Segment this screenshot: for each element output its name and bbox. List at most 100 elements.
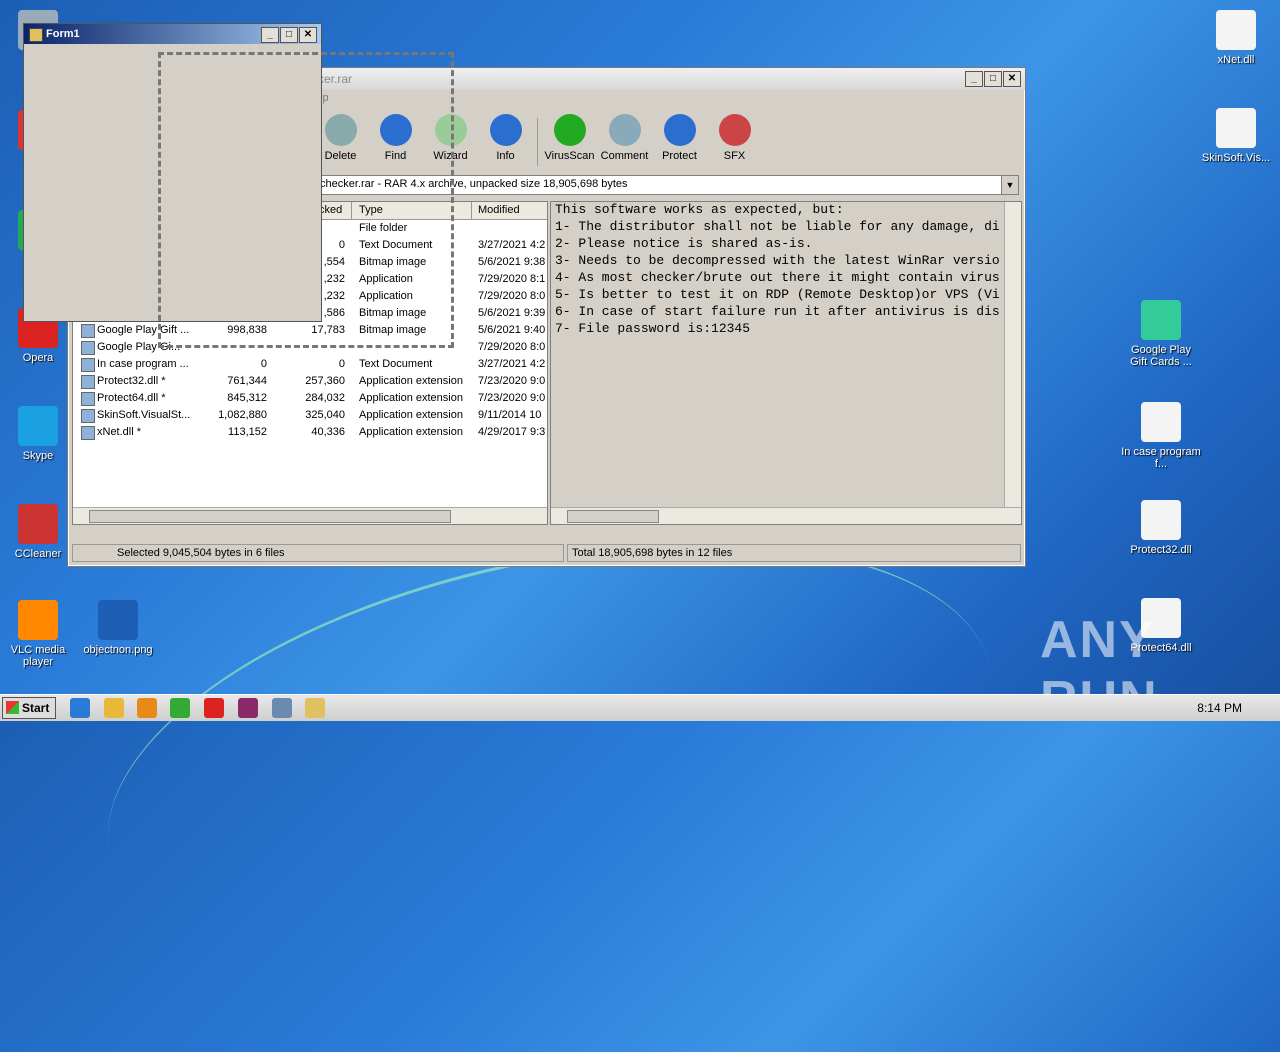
cell-size: 845,312 — [227, 392, 267, 404]
desktop-icon[interactable]: SkinSoft.Vis... — [1196, 108, 1276, 164]
comment-hscrollbar[interactable] — [551, 507, 1021, 524]
desktop-icon-label: objectnon.png — [83, 644, 153, 656]
virusscan-icon — [553, 114, 586, 146]
media-player-icon[interactable] — [137, 698, 157, 718]
explorer-icon[interactable] — [104, 698, 124, 718]
archive-comment-pane[interactable]: This software works as expected, but: 1- … — [550, 201, 1022, 525]
cell-name: xNet.dll * — [97, 426, 142, 438]
file-icon — [81, 392, 95, 406]
table-row[interactable]: In case program ... 0 0 Text Document 3/27/2… — [73, 356, 547, 373]
winrar-icon[interactable] — [238, 698, 258, 718]
table-row[interactable]: Protect32.dll * 761,344 257,360 Application… — [73, 373, 547, 390]
close-button[interactable]: ✕ — [1003, 71, 1021, 87]
cell-type: Application extension — [359, 409, 463, 421]
ie-icon[interactable] — [70, 698, 90, 718]
desktop-icon[interactable]: In case program f... — [1121, 402, 1201, 470]
form1-title: Form1 — [46, 28, 80, 40]
table-row[interactable]: Protect64.dll * 845,312 284,032 Application… — [73, 390, 547, 407]
file-icon — [81, 426, 95, 440]
file-icon — [1141, 402, 1181, 442]
cell-modified: 5/6/2021 9:40 — [478, 324, 546, 336]
desktop-icon[interactable]: CCleaner — [0, 504, 76, 560]
comment-line: 4- As most checker/brute out there it mi… — [555, 270, 1000, 285]
windows-logo-icon — [6, 701, 19, 714]
start-button[interactable]: Start — [2, 697, 56, 719]
desktop-icon[interactable]: Skype — [0, 406, 76, 462]
file-icon — [81, 375, 95, 389]
status-selected: Selected 9,045,504 bytes in 6 files — [117, 547, 285, 559]
statusbar: Selected 9,045,504 bytes in 6 files Tota… — [72, 544, 1021, 562]
chevron-down-icon[interactable]: ▼ — [1001, 176, 1018, 194]
taskbar: Start 8:14 PM — [0, 694, 1280, 721]
cell-packed: 40,336 — [311, 426, 345, 438]
desktop-icon[interactable]: xNet.dll — [1196, 10, 1276, 66]
cell-modified: 3/27/2021 4:2 — [478, 358, 546, 370]
desktop-icon[interactable]: objectnon.png — [80, 600, 156, 656]
cell-modified: 7/23/2020 9:0 — [478, 375, 546, 387]
form1-maximize-button[interactable]: □ — [280, 27, 298, 43]
comment-line: 5- Is better to test it on RDP (Remote D… — [555, 287, 1000, 302]
protect-icon — [663, 114, 696, 146]
file-icon — [81, 324, 95, 338]
toolbar-protect-button[interactable]: Protect — [652, 112, 707, 172]
form1-minimize-button[interactable]: _ — [261, 27, 279, 43]
cell-size: 761,344 — [227, 375, 267, 387]
cell-packed: 284,032 — [305, 392, 345, 404]
cell-modified: 7/29/2020 8:0 — [478, 341, 546, 353]
desktop-icon-label: Google Play Gift Cards ... — [1130, 344, 1192, 368]
toolbar-virusscan-button[interactable]: VirusScan — [542, 112, 597, 172]
comment-vscrollbar[interactable] — [1004, 202, 1021, 508]
table-row[interactable]: xNet.dll * 113,152 40,336 Application exten… — [73, 424, 547, 441]
cell-modified: 3/27/2021 4:2 — [478, 239, 546, 251]
desktop-icon-label: Protect32.dll — [1130, 544, 1192, 556]
cell-packed: 0 — [338, 358, 345, 370]
desktop-icon-label: VLC media player — [10, 644, 66, 668]
comment-line: 3- Needs to be decompressed with the lat… — [555, 253, 1000, 268]
cell-modified: 7/29/2020 8:0 — [478, 290, 546, 302]
form-app-icon — [29, 28, 43, 42]
cell-packed: 325,040 — [305, 409, 345, 421]
desktop-icon[interactable]: Google Play Gift Cards ... — [1121, 300, 1201, 368]
status-total: Total 18,905,698 bytes in 12 files — [572, 547, 733, 559]
info-icon — [489, 114, 522, 146]
form-app-icon[interactable] — [305, 698, 325, 718]
comment-line: 7- File password is:12345 — [555, 321, 751, 336]
cell-modified: 4/29/2017 9:3 — [478, 426, 546, 438]
toolbar-label: Protect — [662, 150, 697, 162]
chrome-icon[interactable] — [170, 698, 190, 718]
cell-size: 0 — [260, 358, 267, 370]
cell-type: Application extension — [359, 375, 463, 387]
minimize-button[interactable]: _ — [965, 71, 983, 87]
toolbar-label: Comment — [600, 150, 649, 162]
toolbar-label: VirusScan — [544, 150, 595, 162]
maximize-button[interactable]: □ — [984, 71, 1002, 87]
comment-line: 1- The distributor shall not be liable f… — [555, 219, 1000, 234]
desktop-icon[interactable]: VLC media player — [0, 600, 76, 668]
toolbar-info-button[interactable]: Info — [478, 112, 533, 172]
comment-line: 6- In case of start failure run it after… — [555, 304, 1000, 319]
cell-type: Application extension — [359, 426, 463, 438]
file-list-hscrollbar[interactable] — [73, 507, 547, 524]
keyboard-icon[interactable] — [272, 698, 292, 718]
opera-icon[interactable] — [204, 698, 224, 718]
form1-close-button[interactable]: ✕ — [299, 27, 317, 43]
cell-name: In case program ... — [97, 358, 189, 370]
desktop-icon[interactable]: Protect32.dll — [1121, 500, 1201, 556]
start-label: Start — [22, 701, 50, 715]
cell-modified: 5/6/2021 9:39 — [478, 307, 546, 319]
clock[interactable]: 8:14 PM — [1197, 701, 1242, 715]
toolbar-sfx-button[interactable]: SFX — [707, 112, 762, 172]
file-icon — [1216, 10, 1256, 50]
column-modified[interactable]: Modified — [478, 204, 520, 216]
toolbar-comment-button[interactable]: Comment — [597, 112, 652, 172]
toolbar-label: SFX — [723, 150, 746, 162]
cell-modified: 9/11/2014 10 — [478, 409, 542, 421]
desktop-icon-label: CCleaner — [14, 548, 62, 560]
desktop-icon-label: xNet.dll — [1217, 54, 1255, 66]
cell-modified: 7/23/2020 9:0 — [478, 392, 546, 404]
cell-type: Text Document — [359, 358, 433, 370]
cell-modified: 5/6/2021 9:38 — [478, 256, 546, 268]
desktop-icon-label: Skype — [22, 450, 54, 462]
table-row[interactable]: SkinSoft.VisualSt... 1,082,880 325,040 Appl… — [73, 407, 547, 424]
form1-titlebar[interactable]: Form1 _ □ ✕ — [24, 24, 321, 44]
